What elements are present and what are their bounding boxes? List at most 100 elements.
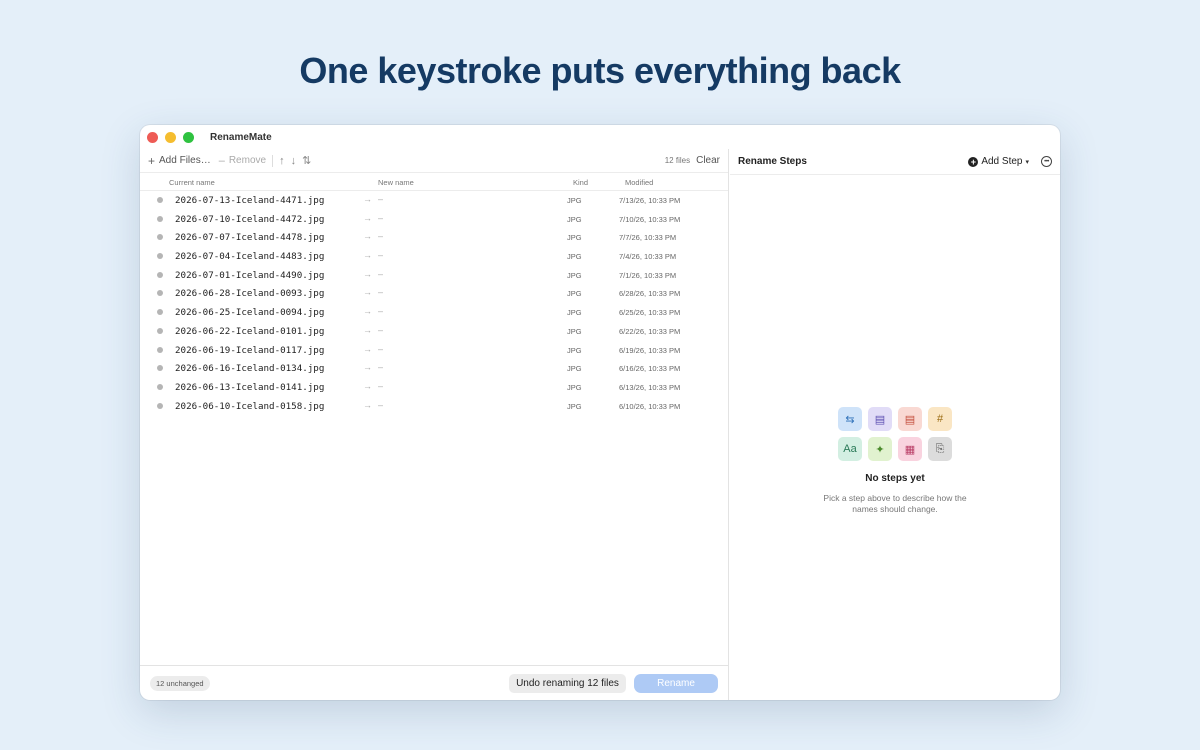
new-name: – (378, 231, 384, 242)
remove-button[interactable]: – Remove (219, 155, 266, 167)
add-step-label: Add Step (981, 156, 1023, 167)
status-dot (157, 253, 163, 260)
current-name: 2026-06-22-Iceland-0101.jpg (175, 325, 325, 337)
add-files-label: Add Files… (159, 155, 211, 166)
status-dot (157, 346, 163, 353)
new-name: – (378, 287, 384, 298)
column-new-name[interactable]: New name (378, 178, 414, 187)
clear-button[interactable]: Clear (696, 155, 720, 166)
modified-date: 7/13/26, 10:33 PM (619, 196, 681, 205)
current-name: 2026-06-16-Iceland-0134.jpg (175, 363, 325, 375)
arrow-right-icon: → (363, 343, 372, 354)
current-name: 2026-07-04-Iceland-4483.jpg (175, 251, 325, 263)
column-modified[interactable]: Modified (625, 178, 653, 187)
list-icon[interactable]: ▤ (868, 407, 892, 431)
arrow-right-icon: → (363, 306, 372, 317)
files-toolbar: + Add Files… – Remove ↑ ↓ ⇅ 12 files Cle… (140, 149, 728, 173)
replace-icon[interactable]: ⇆ (838, 407, 862, 431)
file-kind: JPG (567, 364, 582, 374)
move-up-icon[interactable]: ↑ (279, 155, 285, 167)
new-name: – (378, 324, 384, 335)
current-name: 2026-07-13-Iceland-4471.jpg (175, 195, 325, 206)
status-dot (157, 290, 163, 297)
add-files-button[interactable]: + Add Files… (148, 154, 211, 168)
column-kind[interactable]: Kind (573, 178, 588, 187)
file-row[interactable]: 2026-07-04-Iceland-4483.jpg → – JPG 7/4/26, … (140, 247, 728, 266)
new-name: – (378, 380, 384, 391)
file-row[interactable]: 2026-06-19-Iceland-0117.jpg → – JPG 6/19/26,… (140, 341, 728, 360)
file-row[interactable]: 2026-07-10-Iceland-4472.jpg → – JPG 7/10/26,… (140, 210, 728, 229)
current-name: 2026-06-10-Iceland-0158.jpg (175, 400, 325, 412)
file-row[interactable]: 2026-06-13-Iceland-0141.jpg → – JPG 6/13/26,… (140, 378, 728, 397)
modified-date: 6/22/26, 10:33 PM (619, 326, 681, 336)
sort-icon[interactable]: ⇅ (302, 154, 311, 167)
file-row[interactable]: 2026-06-22-Iceland-0101.jpg → – JPG 6/22/26,… (140, 322, 728, 341)
arrow-right-icon: → (363, 212, 372, 223)
file-kind: JPG (567, 289, 582, 299)
file-kind: JPG (567, 270, 582, 280)
files-footer: 12 unchanged Undo renaming 12 files Rena… (140, 665, 729, 700)
new-name: – (378, 343, 384, 354)
status-dot (157, 327, 163, 334)
files-pane: + Add Files… – Remove ↑ ↓ ⇅ 12 files Cle… (140, 149, 729, 700)
new-name: – (378, 306, 384, 317)
new-name: – (378, 194, 384, 204)
plus-icon: + (148, 153, 156, 168)
steps-header: Rename Steps + Add Step ▾ ••• (730, 149, 1060, 175)
file-kind: JPG (567, 326, 582, 336)
remove-label: Remove (228, 155, 267, 166)
more-options-icon[interactable]: ••• (1041, 156, 1052, 167)
file-list: 2026-07-13-Iceland-4471.jpg → – JPG 7/13/26,… (140, 191, 728, 415)
number-icon[interactable]: # (928, 407, 952, 431)
empty-state-title: No steps yet (865, 473, 925, 484)
empty-state-description: Pick a step above to describe how the na… (823, 493, 967, 514)
current-name: 2026-06-25-Iceland-0094.jpg (175, 307, 325, 319)
current-name: 2026-07-01-Iceland-4490.jpg (175, 269, 325, 281)
file-kind: JPG (567, 252, 582, 262)
move-down-icon[interactable]: ↓ (291, 155, 297, 167)
arrow-right-icon: → (363, 380, 372, 391)
current-name: 2026-06-28-Iceland-0093.jpg (175, 288, 325, 300)
add-step-button[interactable]: + Add Step ▾ (968, 156, 1029, 167)
file-kind: JPG (567, 233, 582, 243)
file-row[interactable]: 2026-06-25-Iceland-0094.jpg → – JPG 6/25/26,… (140, 303, 728, 322)
file-row[interactable]: 2026-07-13-Iceland-4471.jpg → – JPG 7/13/26,… (140, 191, 728, 210)
format-icon[interactable]: ▤ (898, 407, 922, 431)
rename-steps-pane: Rename Steps + Add Step ▾ ••• ⇆ ▤ ▤ # Aa ✦ ▦ ⎘ … (730, 149, 1060, 700)
file-row[interactable]: 2026-06-10-Iceland-0158.jpg → – JPG 6/10/26,… (140, 397, 728, 416)
modified-date: 6/16/26, 10:33 PM (619, 364, 681, 374)
arrow-right-icon: → (363, 250, 372, 261)
file-row[interactable]: 2026-07-01-Iceland-4490.jpg → – JPG 7/1/26, … (140, 266, 728, 285)
case-icon[interactable]: Aa (838, 437, 862, 461)
undo-rename-button[interactable]: Undo renaming 12 files (509, 674, 626, 693)
file-kind: JPG (567, 401, 582, 411)
status-dot (157, 309, 163, 316)
file-kind: JPG (567, 382, 582, 392)
column-current-name[interactable]: Current name (169, 178, 215, 187)
file-row[interactable]: 2026-06-16-Iceland-0134.jpg → – JPG 6/16/26,… (140, 359, 728, 378)
rename-button[interactable]: Rename (634, 674, 718, 693)
zoom-window-button[interactable] (183, 131, 194, 143)
new-name: – (378, 268, 384, 279)
modified-date: 7/1/26, 10:33 PM (619, 270, 677, 280)
status-dot (157, 197, 163, 203)
calendar-icon[interactable]: ▦ (898, 437, 922, 461)
status-dot (157, 215, 163, 222)
file-kind: JPG (567, 196, 582, 205)
window-title: RenameMate (210, 131, 272, 143)
chevron-down-icon: ▾ (1025, 158, 1029, 166)
file-row[interactable]: 2026-07-07-Iceland-4478.jpg → – JPG 7/7/26, … (140, 228, 728, 247)
current-name: 2026-07-07-Iceland-4478.jpg (175, 232, 325, 244)
minus-icon: – (218, 154, 225, 167)
modified-date: 7/10/26, 10:33 PM (619, 214, 681, 224)
arrow-right-icon: → (363, 362, 372, 373)
steps-title: Rename Steps (738, 156, 807, 167)
headline: One keystroke puts everything back (299, 50, 901, 91)
arrow-right-icon: → (363, 399, 372, 410)
sparkle-icon[interactable]: ✦ (868, 437, 892, 461)
arrow-right-icon: → (363, 231, 372, 242)
file-row[interactable]: 2026-06-28-Iceland-0093.jpg → – JPG 6/28/26,… (140, 284, 728, 303)
close-window-button[interactable] (147, 131, 158, 143)
file-icon[interactable]: ⎘ (928, 437, 952, 461)
minimize-window-button[interactable] (165, 131, 176, 143)
